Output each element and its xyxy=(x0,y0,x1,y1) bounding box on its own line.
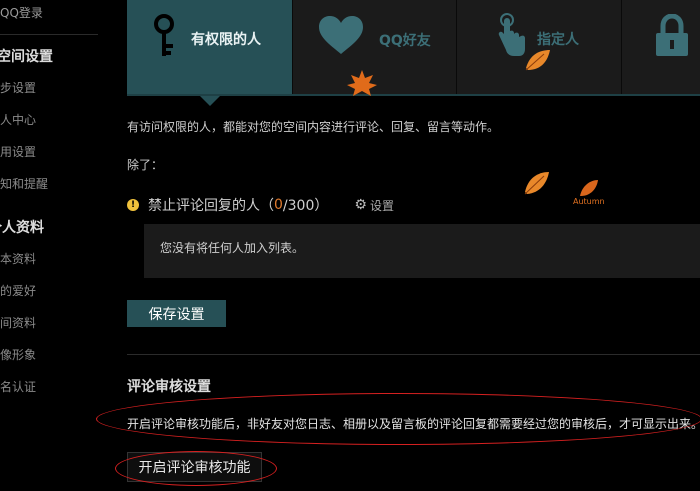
highlight-oval-button xyxy=(115,451,277,486)
empty-list-text: 您没有将任何人加入列表。 xyxy=(160,241,305,255)
section-divider xyxy=(127,354,700,355)
blocked-label: 禁止评论回复的人（ xyxy=(148,198,274,214)
warning-icon: ! xyxy=(127,199,139,211)
maple-leaf-decoration-icon xyxy=(347,70,377,96)
permission-description: 有访问权限的人，都能对您的空间内容进行评论、回复、留言等动作。 xyxy=(127,120,500,134)
tab-label-specified: 指定人 xyxy=(537,32,579,48)
except-label: 除了： xyxy=(127,158,164,172)
heart-icon xyxy=(319,16,363,54)
tab-specified-people[interactable]: 指定人 xyxy=(457,0,622,94)
tab-private-lock[interactable] xyxy=(622,0,700,94)
sidebar-item-personal-center[interactable]: 个人中心 xyxy=(0,111,36,128)
sidebar-item-avatar[interactable]: 头像形象 xyxy=(0,346,36,363)
blocked-count: 0 xyxy=(274,197,283,213)
leaf-decoration-icon xyxy=(525,50,550,71)
sidebar-section-profile: 个人资料 xyxy=(0,220,44,236)
sidebar: QQ登录 空间设置 同步设置 个人中心 应用设置 通知和提醒 个人资料 基本资料… xyxy=(0,0,98,491)
leaf-decoration-icon-2 xyxy=(524,172,549,195)
blocked-settings-link[interactable]: ⚙ 设置 xyxy=(354,197,394,214)
sidebar-qq-login-link[interactable]: QQ登录 xyxy=(0,4,43,21)
sidebar-item-real-name[interactable]: 实名认证 xyxy=(0,378,36,395)
sidebar-item-notifications[interactable]: 通知和提醒 xyxy=(0,175,48,192)
blocked-commenters-row: ! 禁止评论回复的人（ 0/300） ⚙ 设置 xyxy=(127,195,394,215)
sidebar-item-space-info[interactable]: 空间资料 xyxy=(0,314,36,331)
tab-authorized-people[interactable]: 有权限的人 xyxy=(127,0,293,94)
settings-link-label: 设置 xyxy=(369,198,394,213)
review-settings-title: 评论审核设置 xyxy=(127,379,211,395)
save-settings-button[interactable]: 保存设置 xyxy=(127,300,226,327)
active-tab-pointer xyxy=(200,96,220,106)
gear-icon: ⚙ xyxy=(354,197,367,213)
highlight-oval-description xyxy=(96,393,700,445)
tab-label-qq-friends: QQ好友 xyxy=(379,33,431,49)
blocked-total: /300） xyxy=(282,198,329,214)
autumn-text: Autumn xyxy=(573,197,605,206)
leaf-decoration-icon-3 xyxy=(580,180,598,196)
tab-label-authorized: 有权限的人 xyxy=(191,32,261,48)
blocked-list-box: 您没有将任何人加入列表。 xyxy=(144,224,700,278)
sidebar-divider xyxy=(0,34,98,35)
sidebar-item-hobbies[interactable]: 我的爱好 xyxy=(0,282,36,299)
sidebar-item-app-settings[interactable]: 应用设置 xyxy=(0,143,36,160)
key-icon xyxy=(154,14,174,56)
pointer-hand-icon xyxy=(498,13,525,56)
lock-icon xyxy=(656,14,688,56)
sidebar-item-basic-info[interactable]: 基本资料 xyxy=(0,250,36,267)
permission-tabs: 有权限的人 QQ好友 指定人 xyxy=(127,0,700,96)
sidebar-section-space-settings: 空间设置 xyxy=(0,49,53,65)
sidebar-item-sync-settings[interactable]: 同步设置 xyxy=(0,79,36,96)
